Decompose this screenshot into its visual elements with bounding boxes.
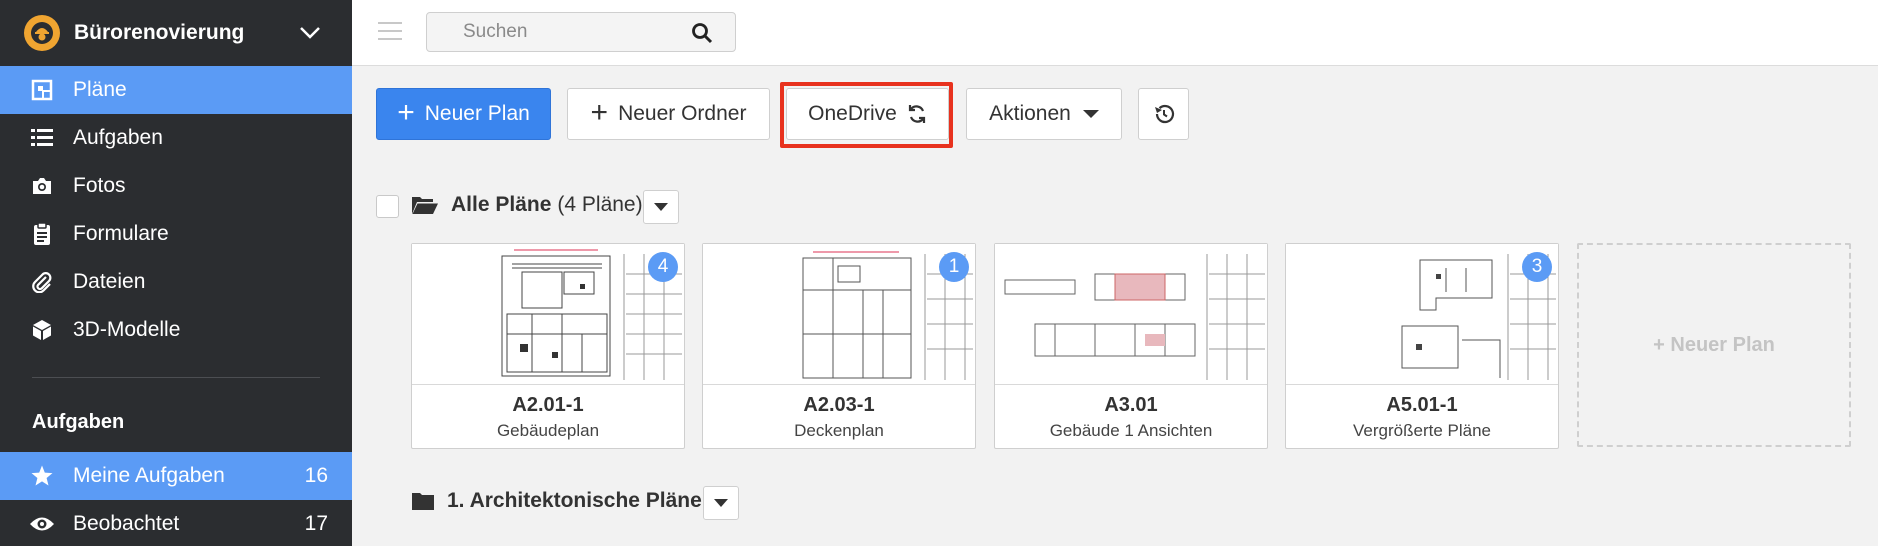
sidebar-item-label: Pläne [73,78,127,101]
new-folder-button[interactable]: + Neuer Ordner [567,88,770,140]
plans-icon [28,76,56,104]
new-folder-label: Neuer Ordner [618,102,747,125]
plan-name: Gebäude 1 Ansichten [1049,421,1213,440]
plus-icon: + [397,95,415,129]
plan-card[interactable]: 4 A2.01-1 Gebäudeplan [411,243,685,449]
project-name: Bürorenovierung [74,21,245,44]
history-button[interactable] [1138,88,1189,140]
sidebar-item-tasks[interactable]: Aufgaben [0,114,352,162]
plan-badge: 4 [648,252,678,282]
search-icon[interactable] [691,22,713,49]
search-box [426,12,736,52]
plan-code: A2.01-1 [512,394,584,416]
sidebar-item-label: Meine Aufgaben [73,464,225,487]
plan-thumbnail [995,244,1267,385]
sidebar-item-label: Formulare [73,222,169,245]
task-count: 17 [304,512,328,535]
folder-header[interactable]: 1. Architektonische Pläne [411,489,702,513]
history-icon [1152,102,1176,126]
sidebar-item-3d-models[interactable]: 3D-Modelle [0,306,352,354]
sidebar-item-files[interactable]: Dateien [0,258,352,306]
plan-thumbnail [703,244,975,385]
plan-code: A5.01-1 [1386,394,1458,416]
actions-dropdown[interactable]: Aktionen [966,88,1122,140]
all-plans-count: (4 Pläne) [557,193,643,216]
plan-thumbnail [412,244,684,385]
sidebar-item-plans[interactable]: Pläne [0,66,352,114]
search-input[interactable] [427,13,667,51]
folder-dropdown[interactable] [703,486,739,520]
sidebar-item-photos[interactable]: Fotos [0,162,352,210]
actions-label: Aktionen [989,102,1071,125]
sidebar-divider [32,377,320,378]
project-switcher[interactable]: Bürorenovierung [0,0,352,66]
project-logo-icon [24,15,60,51]
select-all-checkbox[interactable] [376,195,399,218]
sidebar-item-label: Beobachtet [73,512,180,535]
list-icon [28,124,56,152]
new-plan-label: Neuer Plan [424,102,530,125]
caret-down-icon [654,203,668,211]
all-plans-dropdown[interactable] [643,190,679,224]
folder-title: 1. Architektonische Pläne [447,489,702,512]
all-plans-title: Alle Pläne [451,193,552,216]
top-bar [352,0,1878,66]
sidebar-item-label: Fotos [73,174,126,197]
camera-icon [28,172,56,200]
plan-thumbnail [1286,244,1558,385]
plan-name: Vergrößerte Pläne [1353,421,1491,440]
caret-down-icon [714,499,728,507]
sidebar: Bürorenovierung Pläne Aufgaben Fotos For… [0,0,352,546]
plan-badge: 1 [939,252,969,282]
caret-down-icon [1082,109,1099,119]
sidebar-section-title: Aufgaben [32,410,125,433]
folder-open-icon [411,194,439,216]
sidebar-item-my-tasks[interactable]: Meine Aufgaben 16 [0,452,352,500]
clipboard-icon [28,220,56,248]
onedrive-highlight-box [780,82,953,148]
plus-icon: + [590,95,609,129]
plan-card[interactable]: 3 A5.01-1 Vergrößerte Pläne [1285,243,1559,449]
new-plan-button[interactable]: + Neuer Plan [376,88,551,140]
plan-code: A3.01 [1104,394,1158,416]
sidebar-item-forms[interactable]: Formulare [0,210,352,258]
plan-card[interactable]: A3.01 Gebäude 1 Ansichten [994,243,1268,449]
plan-card[interactable]: 1 A2.03-1 Deckenplan [702,243,976,449]
plan-code: A2.03-1 [803,394,875,416]
task-count: 16 [304,464,328,487]
star-icon [28,462,56,490]
sidebar-item-label: Dateien [73,270,146,293]
hamburger-menu-icon[interactable] [378,22,402,46]
paperclip-icon [28,268,56,296]
cube-icon [28,316,56,344]
all-plans-header: Alle Pläne (4 Pläne) [411,193,643,217]
plan-badge: 3 [1522,252,1552,282]
folder-icon [411,491,435,511]
plan-name: Gebäudeplan [496,421,600,440]
chevron-down-icon[interactable] [298,20,322,49]
eye-icon [28,510,56,538]
sidebar-item-label: Aufgaben [73,126,163,149]
plan-name: Deckenplan [794,421,884,440]
sidebar-item-watched[interactable]: Beobachtet 17 [0,500,352,546]
sidebar-item-label: 3D-Modelle [73,318,181,341]
new-plan-card[interactable]: + Neuer Plan [1577,243,1851,447]
